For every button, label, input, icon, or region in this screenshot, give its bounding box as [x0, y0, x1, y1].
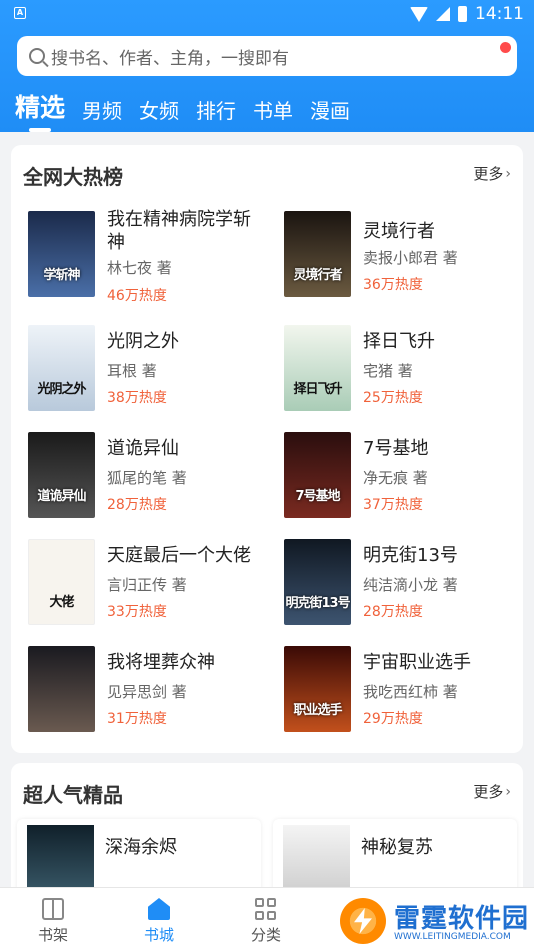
book-heat: 28万热度	[363, 604, 423, 620]
book-title: 道诡异仙	[107, 438, 179, 459]
book-title: 7号基地	[363, 438, 429, 459]
book-title: 天庭最后一个大佬	[107, 545, 251, 566]
home-icon	[148, 898, 170, 920]
book-author: 宅猪 著	[363, 362, 413, 380]
app-notification-icon: A	[14, 7, 26, 19]
book-heat: 36万热度	[363, 277, 423, 293]
watermark: 雷霆软件园 WWW.LEITINGMEDIA.COM	[334, 892, 534, 950]
tab-male[interactable]: 男频	[82, 95, 122, 124]
status-time: 14:11	[475, 4, 524, 24]
book-heat: 38万热度	[107, 390, 167, 406]
book-title: 我将埋葬众神	[107, 652, 215, 673]
notification-dot	[500, 42, 511, 53]
book-cover: 职业选手	[284, 646, 351, 732]
book-heat: 31万热度	[107, 711, 167, 727]
book-cover: 择日飞升	[284, 325, 351, 411]
status-icons: 14:11	[410, 3, 524, 25]
more-label: 更多	[473, 783, 504, 801]
more-link[interactable]: 更多 ›	[473, 781, 511, 802]
search-input[interactable]: 搜书名、作者、主角，一搜即有	[17, 36, 517, 76]
book-item[interactable]: 灵境行者 灵境行者 卖报小郎君 著 36万热度	[284, 211, 524, 297]
bookshelf-icon	[42, 898, 64, 920]
book-author: 净无痕 著	[363, 469, 428, 487]
book-item[interactable]: 大佬 天庭最后一个大佬 言归正传 著 33万热度	[28, 539, 268, 625]
book-title: 我在精神病院学斩神	[107, 209, 251, 253]
section-title: 超人气精品	[23, 783, 123, 807]
signal-icon	[436, 7, 450, 21]
book-cover: 大佬	[28, 539, 95, 625]
more-link[interactable]: 更多 ›	[473, 163, 511, 184]
book-item[interactable]: 道诡异仙 道诡异仙 狐尾的笔 著 28万热度	[28, 432, 268, 518]
book-item[interactable]: 我将埋葬众神 见异思剑 著 31万热度	[28, 646, 268, 732]
book-title: 深海余烬	[105, 837, 177, 858]
search-placeholder: 搜书名、作者、主角，一搜即有	[51, 48, 289, 69]
more-label: 更多	[473, 165, 504, 183]
book-heat: 28万热度	[107, 497, 167, 513]
nav-bookshelf[interactable]: 书架	[18, 898, 88, 945]
watermark-url: WWW.LEITINGMEDIA.COM	[394, 932, 511, 942]
header: A 14:11 搜书名、作者、主角，一搜即有 精选 男频 女频 排行 书单 漫画	[0, 0, 534, 132]
book-author: 我吃西红柿 著	[363, 683, 458, 701]
book-title: 择日飞升	[363, 331, 435, 352]
book-heat: 37万热度	[363, 497, 423, 513]
book-cover: 道诡异仙	[28, 432, 95, 518]
book-author: 狐尾的笔 著	[107, 469, 187, 487]
nav-label: 分类	[250, 926, 281, 944]
battery-icon	[458, 6, 467, 22]
book-heat: 46万热度	[107, 288, 167, 304]
tab-ranking[interactable]: 排行	[196, 95, 236, 124]
book-author: 卖报小郎君 著	[363, 249, 458, 267]
wifi-icon	[410, 6, 428, 22]
watermark-title: 雷霆软件园	[394, 904, 530, 934]
book-cover: 灵境行者	[284, 211, 351, 297]
book-cover	[28, 646, 95, 732]
book-title: 灵境行者	[363, 221, 435, 242]
book-cover: 明克街13号	[284, 539, 351, 625]
tab-featured[interactable]: 精选	[15, 88, 65, 132]
book-item[interactable]: 光阴之外 光阴之外 耳根 著 38万热度	[28, 325, 268, 411]
category-tabs: 精选 男频 女频 排行 书单 漫画	[15, 88, 350, 132]
book-author: 见异思剑 著	[107, 683, 187, 701]
book-cover: 光阴之外	[28, 325, 95, 411]
tab-booklist[interactable]: 书单	[253, 95, 293, 124]
nav-label: 书架	[37, 926, 68, 944]
book-title: 神秘复苏	[361, 837, 433, 858]
nav-bookstore[interactable]: 书城	[124, 898, 194, 945]
book-cover: 学斩神	[28, 211, 95, 297]
grid-icon	[255, 898, 277, 920]
popular-card: 超人气精品 更多 › 深海余烬 神秘复苏	[11, 763, 523, 903]
book-author: 纯洁滴小龙 著	[363, 576, 458, 594]
tab-comics[interactable]: 漫画	[310, 95, 350, 124]
book-author: 耳根 著	[107, 362, 157, 380]
nav-category[interactable]: 分类	[231, 898, 301, 945]
nav-label: 书城	[143, 926, 174, 944]
book-item[interactable]: 7号基地 7号基地 净无痕 著 37万热度	[284, 432, 524, 518]
lightning-logo-icon	[340, 898, 386, 944]
section-title: 全网大热榜	[23, 165, 123, 189]
hot-list-card: 全网大热榜 更多 › 学斩神 我在精神病院学斩神 林七夜 著 46万热度 灵境行者…	[11, 145, 523, 753]
tab-female[interactable]: 女频	[139, 95, 179, 124]
book-item[interactable]: 明克街13号 明克街13号 纯洁滴小龙 著 28万热度	[284, 539, 524, 625]
book-author: 言归正传 著	[107, 576, 187, 594]
book-item[interactable]: 学斩神 我在精神病院学斩神 林七夜 著 46万热度	[28, 209, 268, 304]
status-bar: A 14:11	[0, 0, 534, 30]
book-title: 宇宙职业选手	[363, 652, 471, 673]
book-item[interactable]: 择日飞升 择日飞升 宅猪 著 25万热度	[284, 325, 524, 411]
book-title: 明克街13号	[363, 545, 458, 566]
chevron-right-icon: ›	[505, 783, 511, 800]
chevron-right-icon: ›	[505, 165, 511, 182]
book-item[interactable]: 职业选手 宇宙职业选手 我吃西红柿 著 29万热度	[284, 646, 524, 732]
book-cover: 7号基地	[284, 432, 351, 518]
search-icon	[29, 48, 45, 64]
book-heat: 29万热度	[363, 711, 423, 727]
book-title: 光阴之外	[107, 331, 179, 352]
book-author: 林七夜 著	[107, 259, 172, 277]
book-heat: 25万热度	[363, 390, 423, 406]
book-heat: 33万热度	[107, 604, 167, 620]
